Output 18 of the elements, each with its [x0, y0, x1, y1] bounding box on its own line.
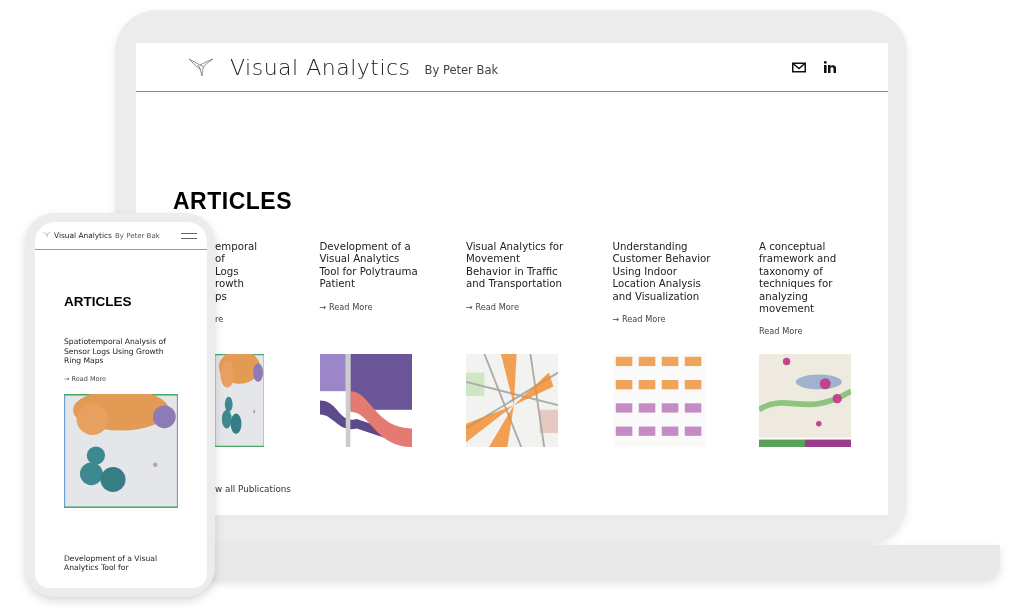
section-heading: ARTICLES [64, 294, 133, 310]
byline: By Peter Bak [424, 63, 499, 77]
site-title[interactable]: Visual Analytics [230, 54, 411, 80]
article-title[interactable]: Visual Analytics for Movement Behavior in Traffic and Transportation [466, 241, 566, 291]
section-heading: ARTICLES [173, 187, 293, 215]
article-title[interactable]: Development of a Visual Analytics Tool for Polytrauma Patient [319, 241, 420, 291]
read-more-link[interactable]: → Read More [612, 314, 666, 325]
view-all-publications-link[interactable]: w all Publications [215, 484, 291, 494]
mail-icon[interactable] [792, 61, 806, 73]
article-title[interactable]: emporal of Logs rowth ps [215, 241, 258, 304]
article-title[interactable]: Understanding Customer Behavior Using Indoor Location Analysis and Visualization [612, 241, 713, 304]
read-more-link[interactable]: re [215, 314, 224, 325]
menu-icon[interactable] [181, 232, 197, 239]
linkedin-icon[interactable] [824, 61, 836, 73]
read-more-link[interactable]: Read More [759, 326, 803, 337]
read-more-link[interactable]: → Read More [319, 301, 373, 312]
read-more-link[interactable]: → Read More [466, 301, 519, 312]
article-title[interactable]: A conceptual framework and taxonomy of techniques for analyzing movement [759, 241, 859, 316]
